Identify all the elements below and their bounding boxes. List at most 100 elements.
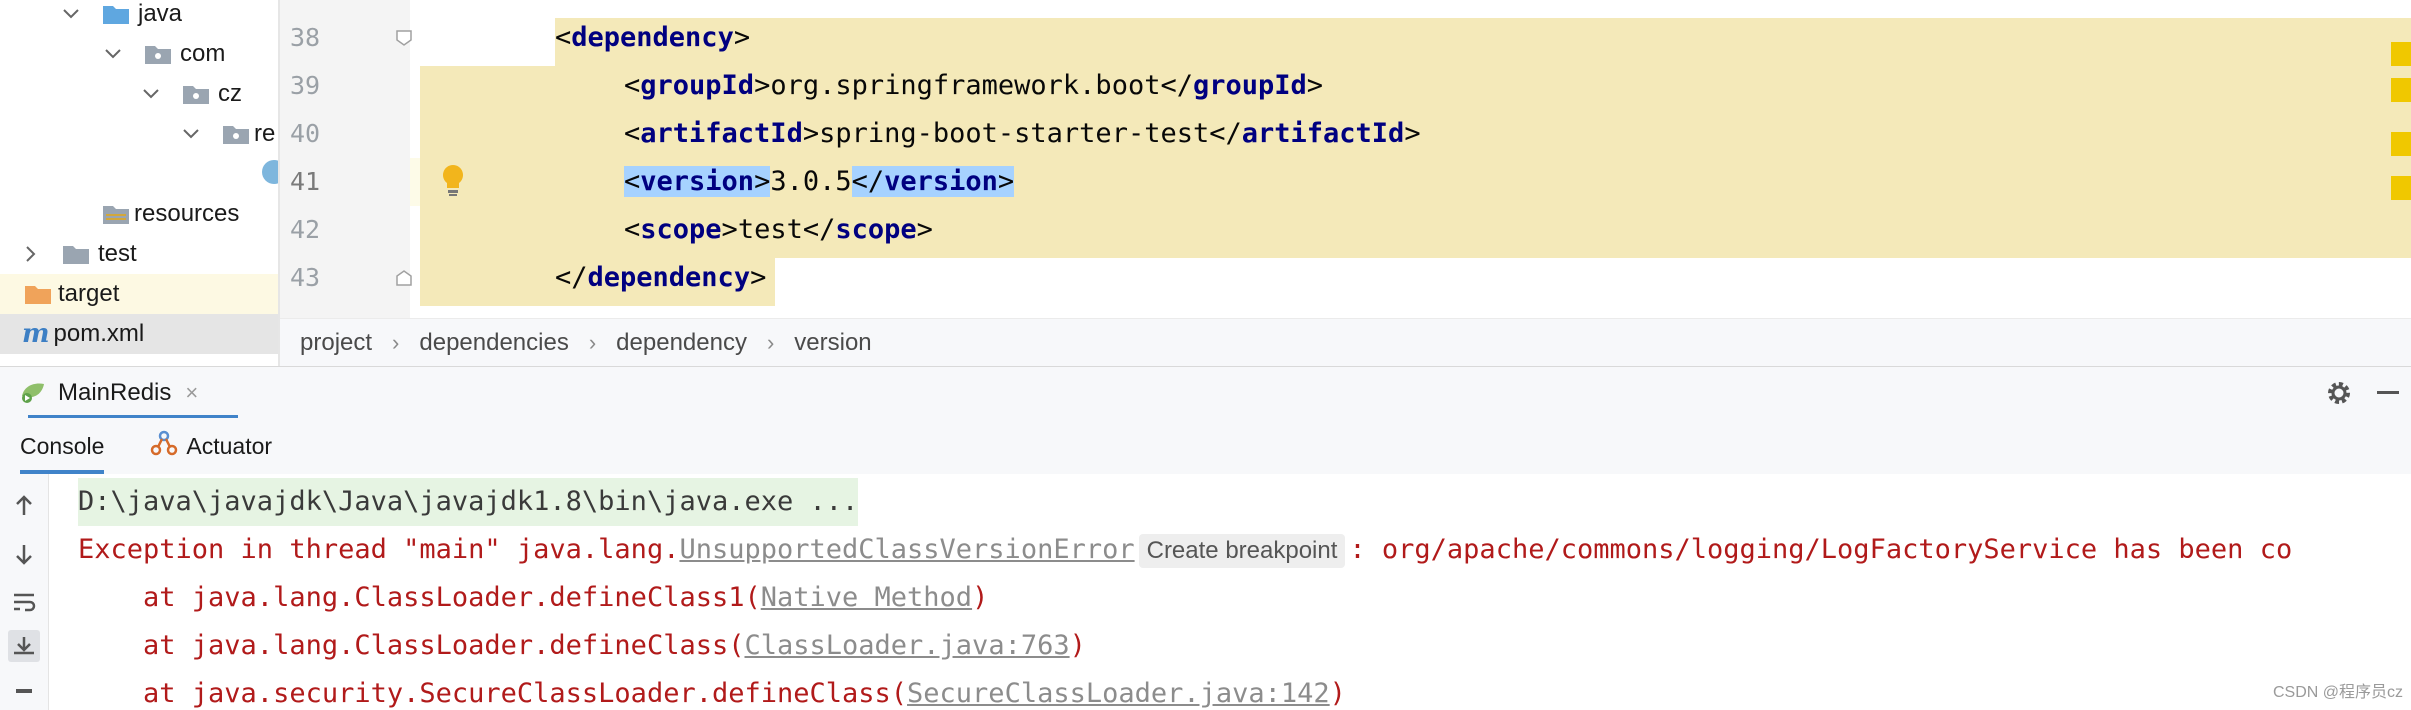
xml-bracket: </ <box>555 262 588 293</box>
xml-bracket: > <box>721 214 738 245</box>
tree-item-label: com <box>180 40 226 67</box>
tree-item-java[interactable]: java <box>0 0 278 34</box>
xml-text: spring-boot-starter-test <box>819 118 1210 149</box>
error-stripe-marker[interactable] <box>2391 176 2411 200</box>
source-folder-icon <box>102 3 130 25</box>
code-editor[interactable]: 38 39 40 41 42 43 <dependency> <groupId>… <box>280 0 2411 318</box>
chevron-down-icon[interactable] <box>182 125 200 143</box>
xml-bracket: </ <box>802 214 836 245</box>
source-link[interactable]: Native Method <box>761 582 972 613</box>
xml-bracket: </ <box>1209 118 1242 149</box>
chevron-down-icon[interactable] <box>104 45 122 63</box>
watermark: CSDN @程序员cz <box>2272 684 2403 701</box>
tab-label: Console <box>20 432 105 459</box>
scroll-to-end-icon[interactable] <box>8 630 40 662</box>
gear-icon[interactable] <box>2325 379 2353 412</box>
console-tab-bar: Console Actuator <box>0 418 2411 475</box>
code-line[interactable]: <groupId>org.springframework.boot</group… <box>624 62 1323 110</box>
xml-bracket: < <box>624 118 641 149</box>
exception-class-link[interactable]: UnsupportedClassVersionError <box>679 534 1134 565</box>
up-arrow-icon[interactable] <box>8 490 40 522</box>
stack-frame-line: at java.security.SecureClassLoader.defin… <box>78 670 1346 710</box>
line-number: 43 <box>290 263 321 292</box>
breadcrumb: project › dependencies › dependency › ve… <box>280 318 2411 367</box>
xml-bracket: < <box>624 70 641 101</box>
chevron-down-icon[interactable] <box>62 5 80 23</box>
tree-item-target[interactable]: target <box>0 274 278 314</box>
breadcrumb-item[interactable]: version <box>794 329 871 357</box>
code-line[interactable]: <dependency> <box>555 14 750 62</box>
xml-bracket: > <box>733 22 751 53</box>
package-icon <box>144 43 172 65</box>
source-link[interactable]: ClassLoader.java:763 <box>744 630 1069 661</box>
run-tab-title: MainRedis <box>58 379 172 406</box>
folder-icon <box>62 243 90 265</box>
console-output[interactable]: D:\java\javajdk\Java\javajdk1.8\bin\java… <box>49 474 2411 710</box>
exception-text: : org/apache/commons/logging/LogFactoryS… <box>1349 534 2293 565</box>
source-link[interactable]: SecureClassLoader.java:142 <box>907 678 1330 709</box>
tree-item-label: pom.xml <box>53 320 145 347</box>
package-icon <box>222 123 250 145</box>
fold-end-icon[interactable] <box>396 270 412 286</box>
xml-tag: dependency <box>571 22 734 53</box>
down-arrow-icon[interactable] <box>8 538 40 570</box>
xml-bracket: < <box>624 166 641 197</box>
lightbulb-icon[interactable] <box>440 163 466 202</box>
error-stripe-marker[interactable] <box>2391 132 2411 156</box>
actuator-icon <box>150 430 178 462</box>
xml-bracket: > <box>916 214 933 245</box>
tab-console[interactable]: Console <box>20 418 105 474</box>
stack-frame-line: at java.lang.ClassLoader.defineClass1(Na… <box>78 574 988 622</box>
code-line-current[interactable]: <version>3.0.5</version> <box>624 158 1015 206</box>
editor-gutter[interactable]: 38 39 40 41 42 43 <box>280 0 410 318</box>
tab-actuator[interactable]: Actuator <box>150 418 272 474</box>
stack-frame-text: ) <box>972 582 989 613</box>
chevron-right-icon[interactable] <box>22 245 40 263</box>
stack-frame-text: ) <box>1329 678 1346 709</box>
soft-wrap-icon[interactable] <box>8 586 40 618</box>
xml-bracket: > <box>997 166 1015 197</box>
breadcrumb-item[interactable]: dependency <box>616 329 747 357</box>
tree-item-cz[interactable]: cz <box>0 74 278 114</box>
stack-frame-text: at java.lang.ClassLoader.defineClass1( <box>78 582 761 613</box>
line-number: 38 <box>290 23 321 52</box>
breadcrumb-item[interactable]: dependencies <box>419 329 568 357</box>
line-number: 42 <box>290 215 321 244</box>
tree-item-com[interactable]: com <box>0 34 278 74</box>
xml-bracket: </ <box>1160 70 1193 101</box>
xml-bracket: > <box>754 166 771 197</box>
print-icon[interactable] <box>8 678 40 710</box>
console-toolbar <box>0 474 49 710</box>
xml-tag: scope <box>835 214 917 245</box>
stack-frame-text: ) <box>1069 630 1086 661</box>
xml-bracket: < <box>624 214 641 245</box>
code-line[interactable]: <artifactId>spring-boot-starter-test</ar… <box>624 110 1421 158</box>
tree-item-pom-xml[interactable]: m pom.xml <box>0 314 278 354</box>
chevron-down-icon[interactable] <box>142 85 160 103</box>
tree-item-label: test <box>98 240 137 267</box>
class-icon <box>262 160 278 184</box>
code-line[interactable]: <scope>test</scope> <box>624 206 933 254</box>
fold-collapse-icon[interactable] <box>396 30 412 46</box>
run-tab-mainredis[interactable]: MainRedis × <box>18 367 198 419</box>
tree-item-test[interactable]: test <box>0 234 278 274</box>
tree-item-re[interactable]: re <box>0 114 278 154</box>
error-stripe-marker[interactable] <box>2391 42 2411 66</box>
code-line[interactable]: </dependency> <box>555 254 766 302</box>
breadcrumb-separator: › <box>588 330 597 355</box>
line-number: 39 <box>290 71 321 100</box>
create-breakpoint-hint[interactable]: Create breakpoint <box>1138 534 1346 568</box>
excluded-folder-icon <box>24 283 52 305</box>
xml-text: org.springframework.boot <box>770 70 1161 101</box>
xml-tag: groupId <box>1192 70 1307 101</box>
breadcrumb-separator: › <box>766 330 775 355</box>
error-stripe-marker[interactable] <box>2391 78 2411 102</box>
close-icon[interactable]: × <box>185 380 198 406</box>
tree-item-resources[interactable]: resources <box>0 194 278 234</box>
xml-bracket: > <box>1306 70 1324 101</box>
tree-item-label: target <box>58 280 120 307</box>
xml-text: 3.0.5 <box>770 166 852 197</box>
minimize-icon[interactable] <box>2377 391 2399 394</box>
breadcrumb-item[interactable]: project <box>300 329 372 357</box>
xml-tag: dependency <box>587 262 751 293</box>
